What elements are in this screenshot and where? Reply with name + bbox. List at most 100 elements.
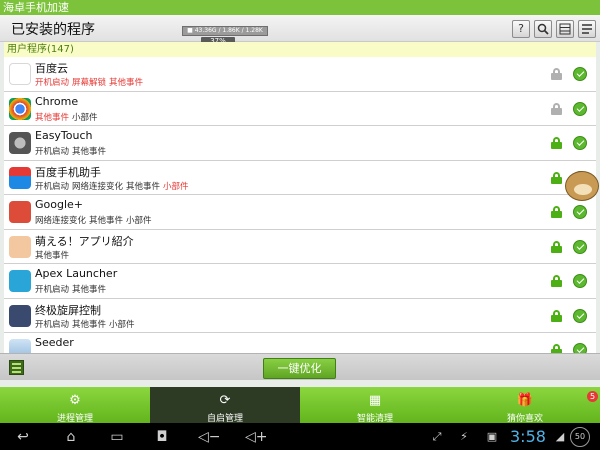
app-event-tags: 开机启动 屏幕解锁 其他事件 [35,76,146,88]
page-title: 已安装的程序 [11,22,95,38]
app-name: 终极旋屏控制 [35,303,101,317]
status-bubble-icon[interactable] [573,239,587,254]
notification-badge: 5 [587,391,598,402]
app-icon [9,235,31,258]
search-icon [537,23,549,35]
process-icon: ⚙ [69,393,81,408]
screenshot-icon[interactable]: ◘ [155,428,169,446]
app-icon [9,97,31,120]
lock-icon[interactable] [551,68,562,80]
menu-icon [582,24,592,34]
recent-apps-icon[interactable]: ▭ [106,428,128,446]
one-key-optimize-button[interactable]: 一键优化 [263,358,336,379]
user-apps-section-header: 用户程序(147) [4,42,596,57]
app-row[interactable]: Chrome 其他事件 小部件 [4,91,596,126]
event-tag: 开机启动 [35,147,70,157]
app-event-tags: 开机启动 网络连接变化 其他事件 小部件 [35,180,192,192]
app-row[interactable]: Google+ 网络连接变化 其他事件 小部件 [4,195,596,230]
status-bubble-icon[interactable] [573,136,587,150]
fullscreen-icon: ⤢ [432,430,442,443]
back-icon[interactable]: ↩ [12,428,34,446]
search-button[interactable] [534,20,552,38]
app-name: 百度云 [35,62,68,75]
app-icon [9,201,31,223]
help-button[interactable]: ? [512,20,530,38]
lock-icon[interactable] [551,206,562,218]
app-name: 萌える！アプリ紹介 [35,234,134,248]
system-nav-bar: ↩ ⌂ ▭ ◘ ◁− ◁+ ⤢ ⚡ ▣ 3:58 ◢ 50 [0,423,600,450]
lock-icon[interactable] [551,275,562,287]
app-list[interactable]: 百度云 开机启动 屏幕解锁 其他事件 Chrome 其他事件 小部件 EasyTouch 开机启… [4,57,596,353]
tab-clean[interactable]: ▦ 智能清理 [300,387,450,424]
event-tag: 开机启动 [35,181,70,192]
app-row[interactable]: 百度云 开机启动 屏幕解锁 其他事件 [4,57,596,92]
memory-readout: ■ 43.36G / 1.86K / 1.28K [182,26,268,36]
lock-icon[interactable] [551,137,562,149]
app-row[interactable]: 百度手机助手 开机启动 网络连接变化 其他事件 小部件 [4,160,596,195]
status-bubble-icon[interactable] [573,205,587,219]
app-window: 海卓手机加速 已安装的程序 ■ 43.36G / 1.86K / 1.28K 3… [0,0,600,450]
app-event-tags: 其他事件 [35,249,72,261]
floating-bear-widget[interactable] [565,171,599,201]
event-tag: 其他事件 [126,181,161,192]
app-row[interactable]: Seeder [4,333,596,353]
app-name: Seeder [35,336,74,349]
list-view-icon [559,23,571,35]
app-row[interactable]: Apex Launcher 开机启动 其他事件 [4,264,596,299]
lock-icon[interactable] [551,171,562,184]
event-tag: 开机启动 [35,319,70,330]
list-view-button[interactable] [556,20,574,38]
lock-icon[interactable] [551,240,562,253]
event-tag: 开机启动 [35,78,70,88]
app-name: Chrome [35,94,79,108]
app-icon [9,166,31,189]
event-tag: 其他事件 [72,285,107,295]
options-menu-icon[interactable] [9,360,24,375]
lock-icon[interactable] [551,102,562,115]
event-tag: 开机启动 [35,285,70,295]
wifi-icon: ◢ [555,430,565,443]
event-tag: 小部件 [163,181,189,192]
gift-icon: 🎁 [516,393,534,408]
battery-icon: 50 [570,427,590,447]
event-tag: 网络连接变化 [72,181,124,192]
app-icon [9,304,31,327]
app-event-tags: 网络连接变化 其他事件 小部件 [35,214,155,226]
app-icon [9,339,31,353]
lock-icon[interactable] [551,309,562,322]
app-event-tags: 开机启动 其他事件 [35,283,109,295]
event-tag: 其他事件 [72,147,107,157]
app-row[interactable]: 终极旋屏控制 开机启动 其他事件 小部件 [4,298,596,333]
menu-button[interactable] [578,20,596,38]
clean-icon: ▦ [368,393,382,408]
tab-gift[interactable]: 🎁 猜你喜欢 [450,387,600,424]
volume-down-icon[interactable]: ◁− [198,428,221,446]
app-name: Apex Launcher [35,267,118,280]
app-icon [9,63,31,85]
status-bubble-icon[interactable] [573,343,587,353]
autostart-icon: ⟳ [219,393,231,408]
status-bubble-icon[interactable] [573,101,587,116]
event-tag: 其他事件 [89,216,124,226]
home-icon[interactable]: ⌂ [58,428,84,446]
status-bubble-icon[interactable] [573,308,587,323]
usb-icon: ⚡ [460,430,468,443]
event-tag: 小部件 [126,216,152,226]
tab-process[interactable]: ⚙ 进程管理 [0,387,150,424]
main-tab-bar: ⚙ 进程管理 ⟳ 自启管理 ▦ 智能清理 🎁 猜你喜欢 [0,387,600,424]
app-event-tags: 开机启动 其他事件 [35,145,109,157]
tab-autostart[interactable]: ⟳ 自启管理 [150,387,300,424]
app-row[interactable]: 萌える！アプリ紹介 其他事件 [4,229,596,264]
lock-icon[interactable] [551,344,562,353]
app-icon [9,270,31,292]
event-tag: 小部件 [72,112,98,123]
volume-up-icon[interactable]: ◁+ [245,428,268,446]
bottom-action-bar: 一键优化 [0,353,600,380]
app-name: Google+ [35,198,84,211]
event-tag: 其他事件 [72,319,107,330]
status-bubble-icon[interactable] [573,67,587,81]
event-tag: 小部件 [109,319,135,330]
app-row[interactable]: EasyTouch 开机启动 其他事件 [4,126,596,161]
event-tag: 网络连接变化 [35,216,87,226]
status-bubble-icon[interactable] [573,274,587,288]
